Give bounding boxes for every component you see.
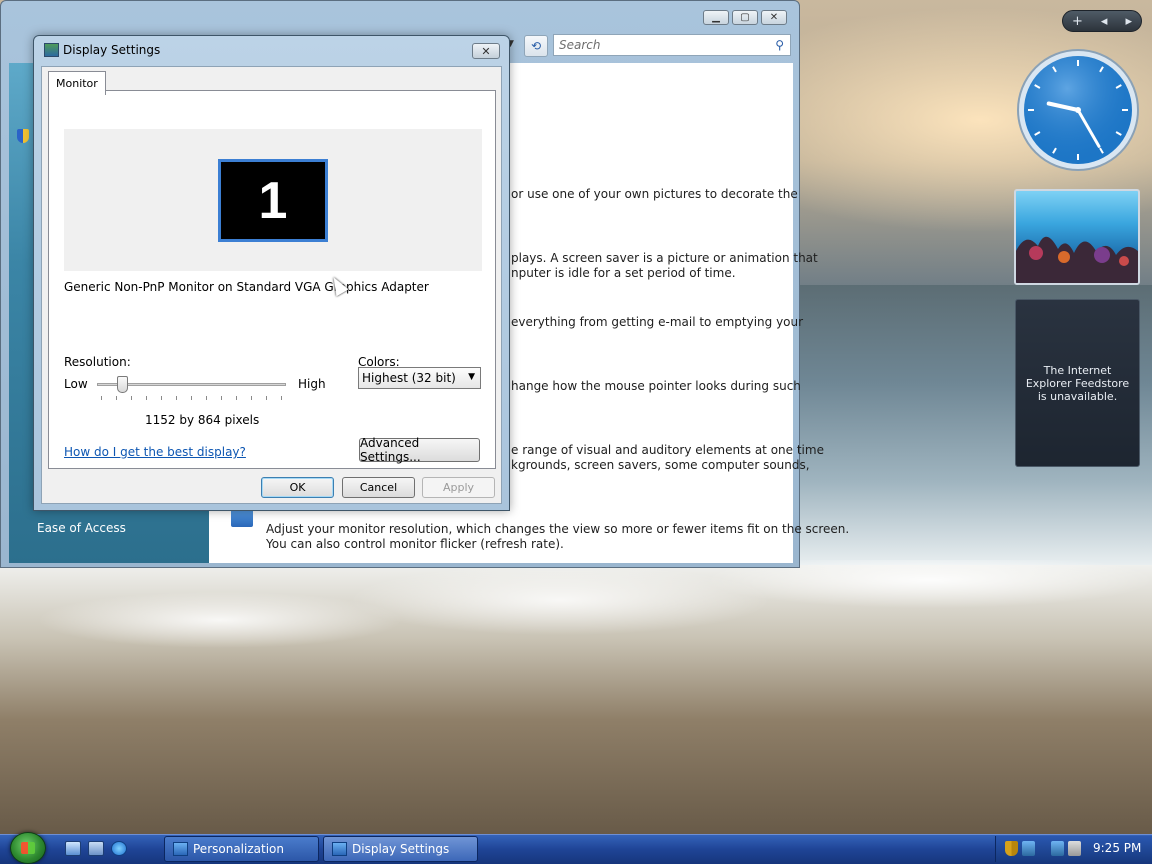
add-gadget-button[interactable]: + xyxy=(1072,14,1083,29)
colors-selected-value: Highest (32 bit) xyxy=(362,371,456,385)
feed-unavailable-message: The Internet Explorer Feedstore is unava… xyxy=(1025,363,1130,403)
cancel-button[interactable]: Cancel xyxy=(342,477,415,498)
taskbar-personalization-button[interactable]: Personalization xyxy=(164,836,319,862)
mouse-pointers-description: hange how the mouse pointer looks during… xyxy=(511,379,801,393)
maximize-button[interactable]: ▢ xyxy=(732,10,758,25)
monitor-1-tile[interactable]: 1 xyxy=(218,159,328,242)
resolution-label: Resolution: xyxy=(64,355,131,369)
internet-explorer-icon[interactable] xyxy=(111,841,127,856)
network-disconnected-icon[interactable] xyxy=(1051,841,1064,856)
dialog-body: Monitor 1 Generic Non-PnP Monitor on Sta… xyxy=(41,66,502,504)
show-desktop-icon[interactable] xyxy=(65,841,81,856)
search-input[interactable]: Search ⚲ xyxy=(553,34,791,56)
monitor-name: Generic Non-PnP Monitor on Standard VGA … xyxy=(64,280,429,294)
minimize-button[interactable]: ▁ xyxy=(703,10,729,25)
resolution-value: 1152 by 864 pixels xyxy=(145,413,260,427)
dialog-title: Display Settings xyxy=(63,43,161,57)
chevron-down-icon: ▼ xyxy=(468,372,475,382)
wallpaper-surf xyxy=(0,560,1152,710)
apply-button[interactable]: Apply xyxy=(422,477,495,498)
start-button[interactable] xyxy=(10,832,46,864)
security-shield-icon xyxy=(17,129,29,143)
security-shield-icon[interactable] xyxy=(1005,841,1018,856)
desktop-background-description: or use one of your own pictures to decor… xyxy=(511,187,798,201)
close-icon: ✕ xyxy=(481,44,491,58)
previous-page-button[interactable]: ◂ xyxy=(1101,14,1108,29)
switch-windows-icon[interactable] xyxy=(88,841,104,856)
resolution-slider-ticks xyxy=(101,396,283,400)
display-settings-icon xyxy=(44,43,59,57)
resolution-low-label: Low xyxy=(64,377,88,391)
close-button[interactable]: ✕ xyxy=(761,10,787,25)
search-placeholder: Search xyxy=(559,38,601,52)
display-settings-dialog: Display Settings ✕ Monitor 1 Generic Non… xyxy=(33,35,510,511)
screen-saver-description-line2: nputer is idle for a set period of time. xyxy=(511,266,736,280)
tab-monitor[interactable]: Monitor xyxy=(48,71,106,95)
clock-gadget[interactable] xyxy=(1016,48,1140,172)
theme-description-line2: kgrounds, screen savers, some computer s… xyxy=(511,458,810,472)
display-settings-description-line2: You can also control monitor flicker (re… xyxy=(266,537,564,551)
display-settings-icon xyxy=(332,842,347,856)
monitor-arrangement-area: 1 xyxy=(64,129,482,271)
display-settings-description-line1: Adjust your monitor resolution, which ch… xyxy=(266,522,850,536)
taskbar-display-settings-button[interactable]: Display Settings xyxy=(323,836,478,862)
personalization-caption-buttons: ▁ ▢ ✕ xyxy=(703,10,787,25)
colors-dropdown[interactable]: Highest (32 bit) ▼ xyxy=(358,367,481,389)
resolution-high-label: High xyxy=(298,377,326,391)
advanced-settings-button[interactable]: Advanced Settings... xyxy=(359,436,480,464)
theme-description-line1: e range of visual and auditory elements … xyxy=(511,443,824,457)
refresh-icon: ⟲ xyxy=(530,39,542,53)
dialog-close-button[interactable]: ✕ xyxy=(472,43,500,59)
volume-muted-icon[interactable] xyxy=(1068,841,1081,856)
sounds-description: everything from getting e-mail to emptyi… xyxy=(511,315,804,329)
personalization-icon xyxy=(173,842,188,856)
windows-logo-icon xyxy=(21,842,35,854)
monitor-number: 1 xyxy=(258,171,288,230)
sidebar-controls: + ◂ ▸ xyxy=(1062,10,1142,32)
network-icon[interactable] xyxy=(1022,841,1035,856)
screen-saver-description-line1: plays. A screen saver is a picture or an… xyxy=(511,251,818,265)
slideshow-gadget[interactable] xyxy=(1014,189,1140,285)
taskbar-personalization-label: Personalization xyxy=(193,842,284,856)
best-display-help-link[interactable]: How do I get the best display? xyxy=(64,445,246,459)
feed-headlines-gadget: The Internet Explorer Feedstore is unava… xyxy=(1015,299,1140,467)
refresh-button[interactable]: ⟲ xyxy=(524,35,548,57)
next-page-button[interactable]: ▸ xyxy=(1125,14,1132,29)
coral-reef-image xyxy=(1016,236,1138,283)
resolution-slider-thumb[interactable] xyxy=(117,376,128,393)
search-icon[interactable]: ⚲ xyxy=(775,38,784,52)
monitor-tab-page: 1 Generic Non-PnP Monitor on Standard VG… xyxy=(48,90,496,469)
taskbar-display-settings-label: Display Settings xyxy=(352,842,450,856)
ease-of-access-link[interactable]: Ease of Access xyxy=(37,521,126,535)
taskbar-clock[interactable]: 9:25 PM xyxy=(1093,841,1141,855)
ok-button[interactable]: OK xyxy=(261,477,334,498)
